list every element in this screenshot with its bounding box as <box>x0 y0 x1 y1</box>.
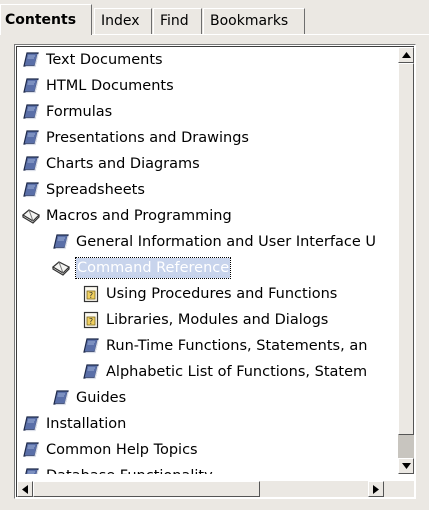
tree-item-label: Formulas <box>46 104 113 120</box>
tree-item-label: Presentations and Drawings <box>46 130 249 146</box>
tree-item[interactable]: Guides <box>52 385 126 411</box>
tree-item[interactable]: Common Help Topics <box>22 437 198 463</box>
closed-book-icon <box>23 182 39 198</box>
tree-item-label: HTML Documents <box>46 78 174 94</box>
tree-item[interactable]: Run-Time Functions, Statements, an <box>82 333 367 359</box>
tree-item-label: Charts and Diagrams <box>46 156 200 172</box>
scrollbar-corner <box>398 481 414 497</box>
tree-item[interactable]: Alphabetic List of Functions, Statem <box>82 359 367 385</box>
tree-item[interactable]: Charts and Diagrams <box>22 151 200 177</box>
tree-item-label: Guides <box>76 390 127 406</box>
closed-book-icon <box>53 390 69 406</box>
tree-item-label: Text Documents <box>46 52 163 68</box>
tree-item[interactable]: ? Libraries, Modules and Dialogs <box>82 307 328 333</box>
scroll-left-button[interactable] <box>17 481 33 497</box>
tree-item[interactable]: Macros and Programming <box>22 203 232 229</box>
tree-item-label: Using Procedures and Functions <box>106 286 338 302</box>
tree-view[interactable]: Text Documents HTML Documents Formulas Pres… <box>17 47 400 474</box>
help-page-icon: ? <box>83 285 99 303</box>
open-book-icon <box>22 209 40 224</box>
tree-item[interactable]: Installation <box>22 411 126 437</box>
tree-item[interactable]: Text Documents <box>22 47 163 73</box>
tree-item[interactable]: General Information and User Interface U <box>52 229 376 255</box>
tree-item-label: Command Reference <box>74 257 232 279</box>
closed-book-icon <box>83 364 99 380</box>
closed-book-icon <box>23 156 39 172</box>
tree-item[interactable]: ? Using Procedures and Functions <box>82 281 337 307</box>
tree-item-label: Common Help Topics <box>46 442 198 458</box>
closed-book-icon <box>23 416 39 432</box>
closed-book-icon <box>23 78 39 94</box>
tree-item-label: Alphabetic List of Functions, Statem <box>106 364 368 380</box>
contents-panel: Text Documents HTML Documents Formulas Pres… <box>0 34 429 510</box>
arrow-right-icon <box>373 484 379 494</box>
tree-item[interactable]: Formulas <box>22 99 112 125</box>
svg-text:?: ? <box>89 291 93 300</box>
horizontal-scroll-thumb[interactable] <box>33 481 260 497</box>
tree-item[interactable]: HTML Documents <box>22 73 174 99</box>
tab-find[interactable]: Find <box>153 8 202 34</box>
tree-item[interactable]: Presentations and Drawings <box>22 125 249 151</box>
tree-item[interactable]: Database Functionality <box>22 463 213 474</box>
tab-index[interactable]: Index <box>94 8 152 34</box>
closed-book-icon <box>83 338 99 354</box>
horizontal-scrollbar[interactable] <box>17 481 400 497</box>
tree-item-label: Installation <box>46 416 127 432</box>
tree-item-label: Spreadsheets <box>46 182 145 198</box>
tab-bar: Contents Index Find Bookmarks <box>0 4 429 35</box>
scroll-up-button[interactable] <box>398 47 414 63</box>
arrow-left-icon <box>22 484 28 494</box>
scroll-right-button[interactable] <box>368 481 384 497</box>
closed-book-icon <box>23 442 39 458</box>
tree-item-label: Macros and Programming <box>46 208 232 224</box>
closed-book-icon <box>25 468 39 474</box>
tree-item-label: Libraries, Modules and Dialogs <box>106 312 329 328</box>
closed-book-icon <box>53 234 69 250</box>
svg-text:?: ? <box>89 317 93 326</box>
closed-book-icon <box>23 52 39 68</box>
vertical-scroll-thumb[interactable] <box>398 63 414 435</box>
tree-item-label: Database Functionality <box>46 463 213 474</box>
tree-item-label: Run-Time Functions, Statements, an <box>106 338 368 354</box>
help-page-icon: ? <box>83 311 99 329</box>
tab-contents[interactable]: Contents <box>0 4 92 35</box>
contents-tree: Text Documents HTML Documents Formulas Pres… <box>14 44 416 499</box>
closed-book-icon <box>23 130 39 146</box>
tree-item[interactable]: Spreadsheets <box>22 177 145 203</box>
open-book-icon <box>52 261 70 276</box>
tree-item[interactable]: Command Reference <box>52 255 232 281</box>
arrow-up-icon <box>401 52 411 58</box>
scroll-down-button[interactable] <box>398 458 414 474</box>
arrow-down-icon <box>401 463 411 469</box>
vertical-scrollbar[interactable] <box>398 47 414 474</box>
tree-item-label: General Information and User Interface U <box>76 234 376 250</box>
tab-bookmarks[interactable]: Bookmarks <box>203 8 305 34</box>
closed-book-icon <box>23 104 39 120</box>
